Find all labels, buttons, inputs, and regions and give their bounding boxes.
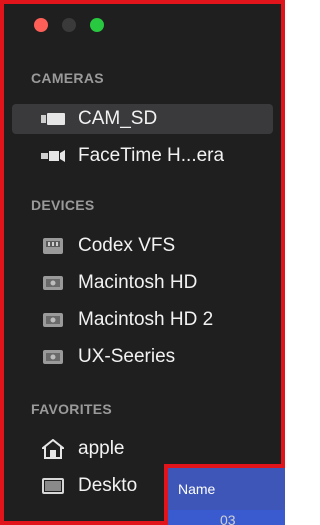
sidebar-item-label: Codex VFS <box>78 235 176 256</box>
minimize-button[interactable] <box>62 18 76 32</box>
sidebar-item-macintosh-hd[interactable]: Macintosh HD <box>12 268 273 298</box>
hard-drive-icon <box>40 346 66 368</box>
zoom-button[interactable] <box>90 18 104 32</box>
column-header-label: Name <box>178 481 216 497</box>
home-icon <box>40 438 66 460</box>
sidebar-item-apple[interactable]: apple <box>12 434 273 464</box>
sidebar-item-facetime[interactable]: FaceTime H...era <box>12 141 273 171</box>
section-heading-cameras: CAMERAS <box>31 70 104 86</box>
sidebar-item-label: UX-Seeries <box>78 346 176 367</box>
disk-icon <box>40 235 66 257</box>
section-heading-devices: DEVICES <box>31 197 95 213</box>
file-name: 03 <box>220 512 236 525</box>
camera-icon <box>40 108 66 130</box>
sidebar-item-label: apple <box>78 438 125 459</box>
sidebar-item-label: FaceTime H...era <box>78 145 225 166</box>
column-header-name[interactable]: Name <box>168 468 285 510</box>
sidebar-item-cam-sd[interactable]: CAM_SD <box>12 104 273 134</box>
sidebar-item-label: Deskto <box>78 475 138 496</box>
finder-sidebar-window: CAMERAS CAM_SD FaceTime H...era DEVICES <box>0 0 285 525</box>
sidebar-item-label: Macintosh HD <box>78 272 198 293</box>
hard-drive-icon <box>40 309 66 331</box>
section-heading-favorites: FAVORITES <box>31 401 113 417</box>
sidebar-item-label: CAM_SD <box>78 108 158 129</box>
close-button[interactable] <box>34 18 48 32</box>
sidebar-item-macintosh-hd-2[interactable]: Macintosh HD 2 <box>12 305 273 335</box>
sidebar-item-codex-vfs[interactable]: Codex VFS <box>12 231 273 261</box>
sidebar-item-ux-seeries[interactable]: UX-Seeries <box>12 342 273 372</box>
table-row[interactable]: 03 <box>168 510 285 525</box>
desktop-icon <box>40 475 66 497</box>
hard-drive-icon <box>40 272 66 294</box>
file-list-panel: Name 03 <box>164 464 285 525</box>
title-bar <box>4 4 281 50</box>
camera-icon <box>40 145 66 167</box>
sidebar-item-label: Macintosh HD 2 <box>78 309 214 330</box>
